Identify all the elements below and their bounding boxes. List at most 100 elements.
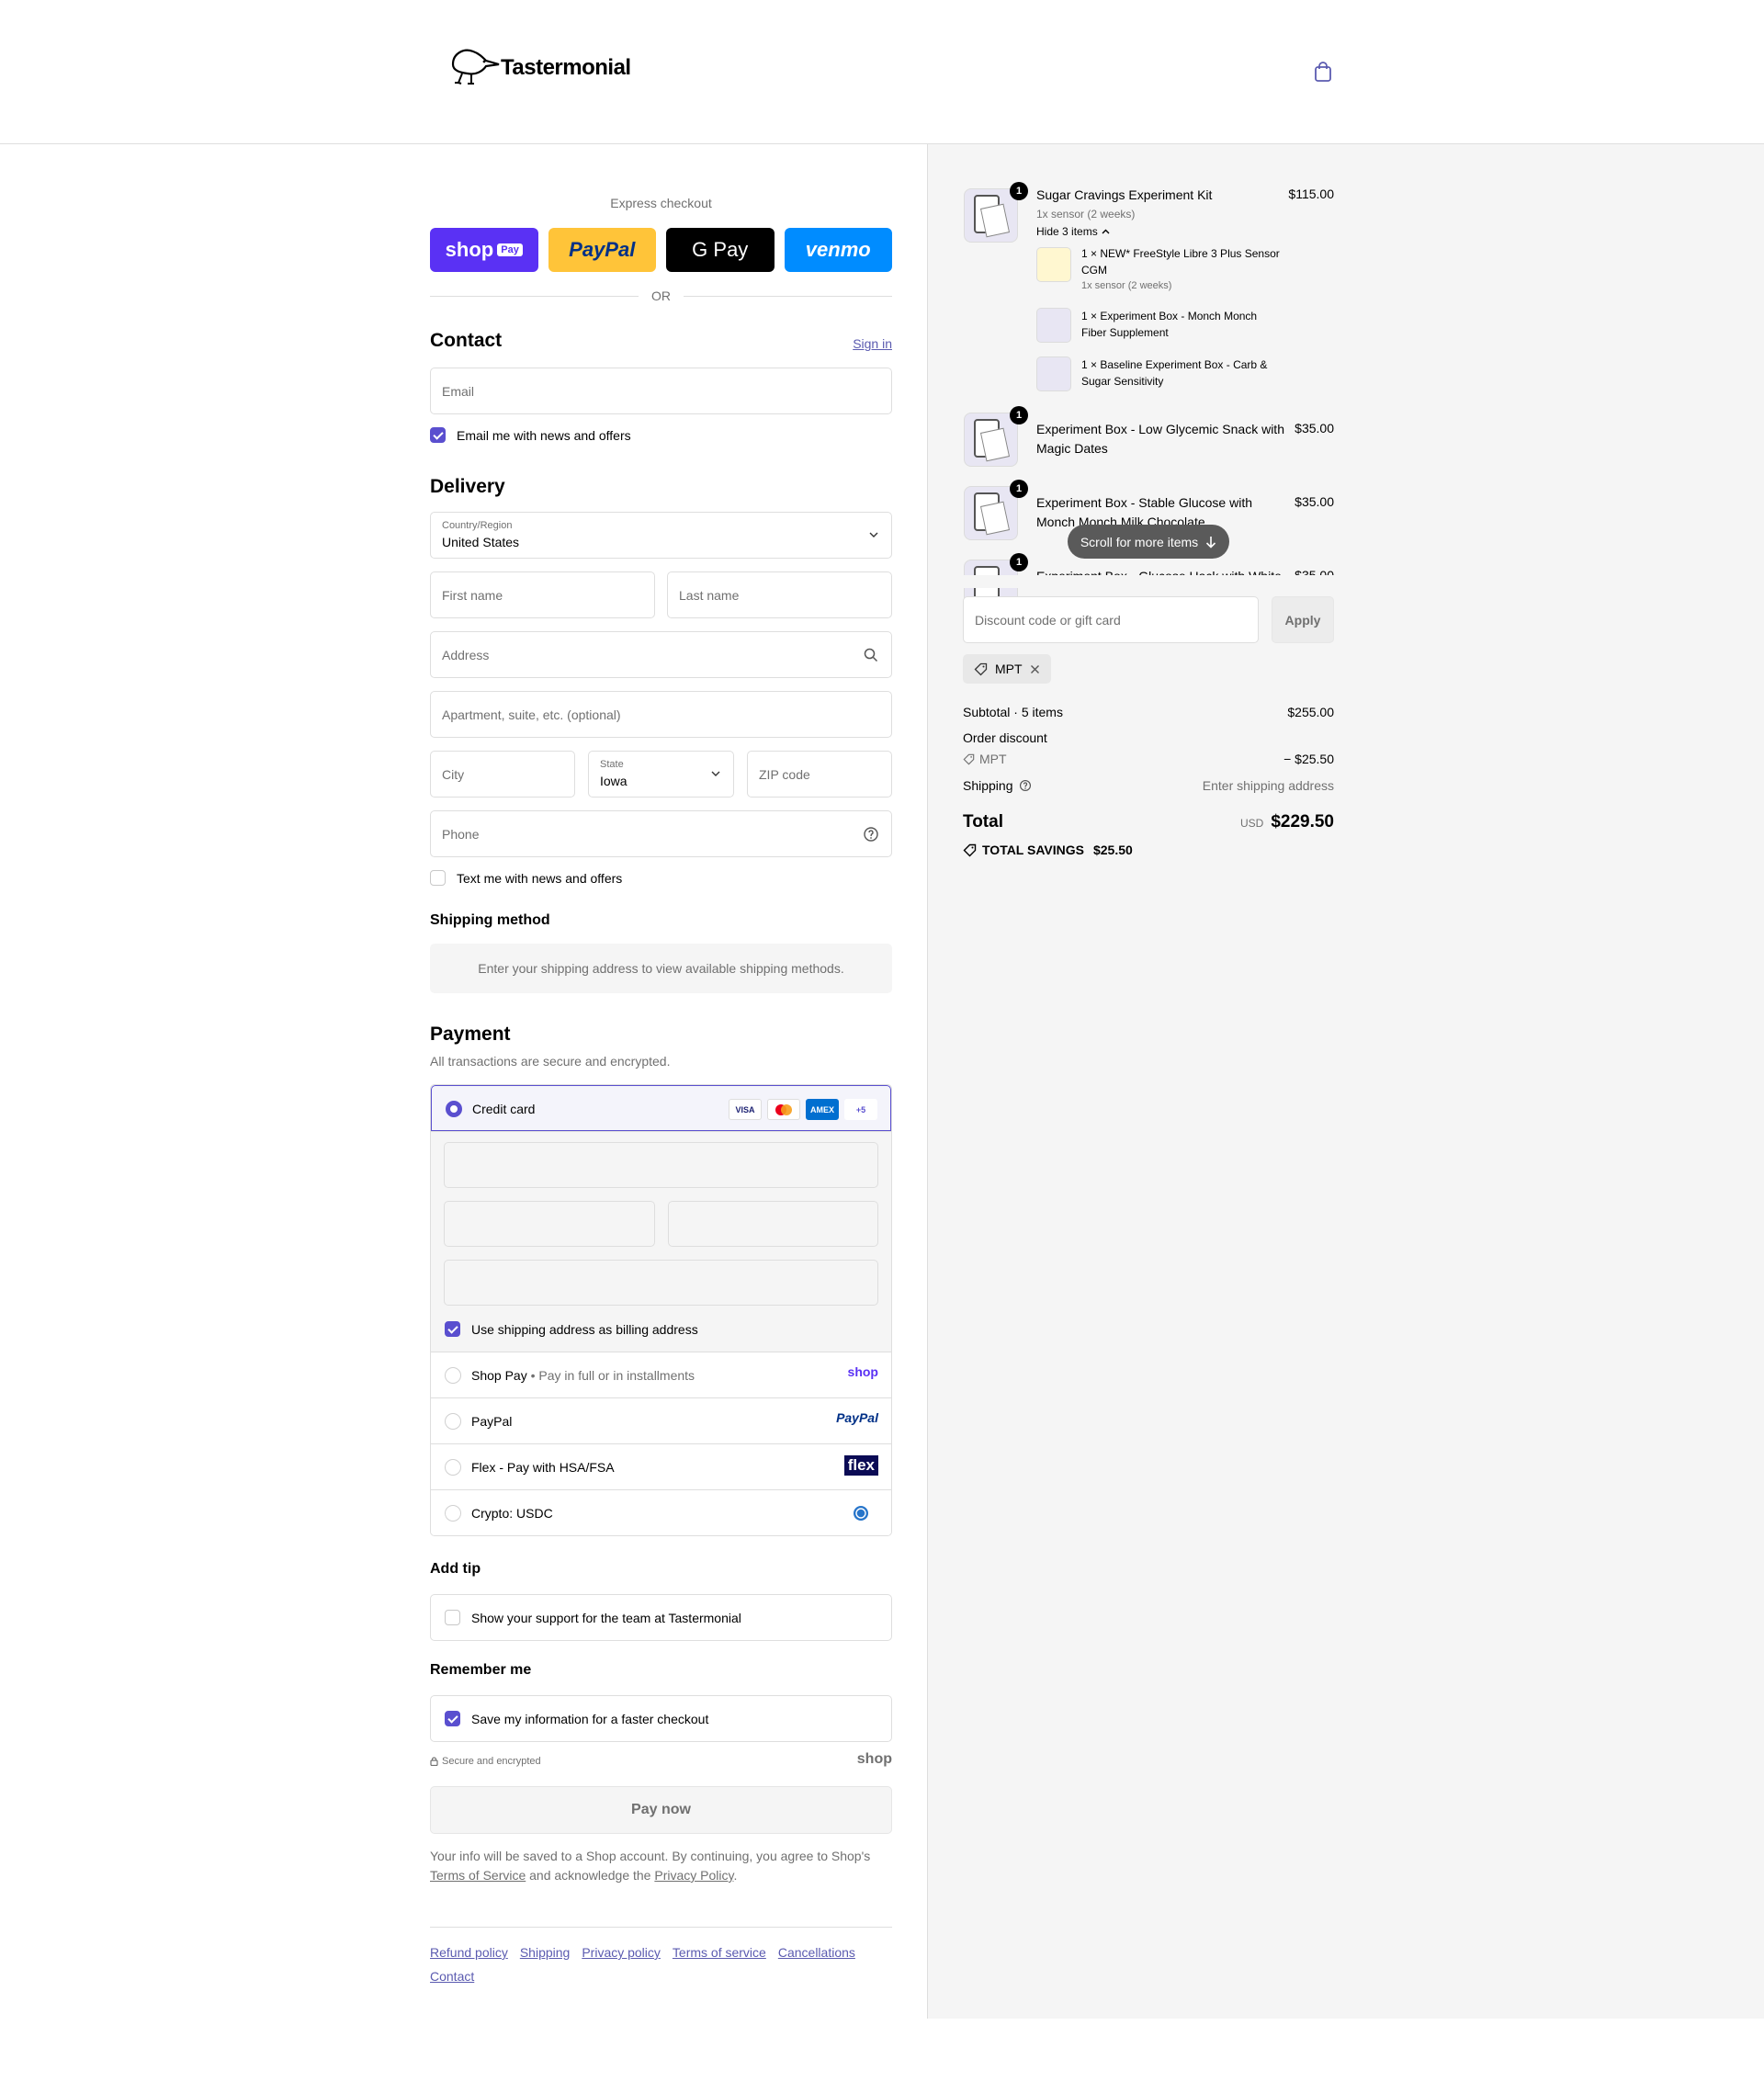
shop-terms-link[interactable]: Terms of Service <box>430 1868 526 1883</box>
payment-option-credit-card[interactable]: Credit card VISA AMEX +5 <box>431 1085 891 1131</box>
venmo-button[interactable]: venmo <box>784 228 892 272</box>
pay-now-label: Pay now <box>631 1802 691 1817</box>
shop-pay-button[interactable]: shop Pay <box>430 228 538 272</box>
discount-code-field[interactable]: Discount code or gift card <box>963 596 1259 643</box>
payment-option-paypal[interactable]: PayPal PayPal <box>431 1397 891 1443</box>
search-icon <box>864 648 878 662</box>
item-name: Experiment Box - Low Glycemic Snack with… <box>1036 422 1284 456</box>
privacy-policy-link[interactable]: Privacy policy <box>582 1945 661 1960</box>
subtotal-row: Subtotal · 5 items $255.00 <box>963 705 1334 719</box>
remember-checkbox[interactable] <box>445 1711 460 1726</box>
discount-placeholder: Discount code or gift card <box>975 613 1121 628</box>
flex-radio[interactable] <box>445 1459 461 1476</box>
sub-item-name: 1 × Experiment Box - Monch Monch Fiber S… <box>1081 310 1258 339</box>
item-name: Sugar Cravings Experiment Kit <box>1036 187 1213 202</box>
first-name-field[interactable]: First name <box>430 571 655 618</box>
payment-option-flex[interactable]: Flex - Pay with HSA/FSA flex <box>431 1443 891 1489</box>
paypal-radio[interactable] <box>445 1413 461 1430</box>
help-circle-icon[interactable] <box>863 826 879 843</box>
billing-same-label: Use shipping address as billing address <box>471 1322 698 1337</box>
shop-logo: shop <box>856 1751 892 1767</box>
state-select[interactable]: State Iowa <box>588 751 734 798</box>
payment-subtitle: All transactions are secure and encrypte… <box>430 1054 671 1069</box>
flex-logo: flex <box>843 1455 878 1476</box>
state-value: Iowa <box>600 774 628 788</box>
crypto-radio[interactable] <box>445 1505 461 1522</box>
terms-of-service-link[interactable]: Terms of service <box>673 1945 766 1960</box>
sub-item-thumbnail <box>1036 247 1071 282</box>
discount-code-row: MPT − $25.50 <box>963 752 1334 768</box>
paypal-button[interactable]: PayPal <box>548 228 656 272</box>
zip-field[interactable]: ZIP code <box>747 751 892 798</box>
remember-option[interactable]: Save my information for a faster checkou… <box>430 1695 892 1742</box>
crypto-label: Crypto: USDC <box>471 1506 553 1521</box>
help-circle-icon[interactable] <box>1019 779 1032 792</box>
phone-field[interactable]: Phone <box>430 810 892 857</box>
brand-name: Tastermonial <box>501 55 631 80</box>
billing-same-checkbox[interactable] <box>445 1321 460 1337</box>
remember-heading: Remember me <box>430 1662 532 1678</box>
shop-privacy-link[interactable]: Privacy Policy <box>654 1868 733 1883</box>
tag-icon <box>974 662 988 675</box>
sub-item-thumbnail <box>1036 356 1071 391</box>
city-field[interactable]: City <box>430 751 575 798</box>
apply-label: Apply <box>1284 612 1321 628</box>
total-savings-label: TOTAL SAVINGS <box>982 843 1084 857</box>
express-checkout-title: Express checkout <box>610 196 712 210</box>
order-discount-label: Order discount <box>963 730 1047 745</box>
sub-item-subtitle: 1x sensor (2 weeks) <box>1081 280 1172 291</box>
country-select[interactable]: Country/Region United States <box>430 512 892 559</box>
express-checkout-buttons: shop Pay PayPal G Pay venmo <box>430 228 892 272</box>
more-cards-badge[interactable]: +5 <box>844 1099 877 1120</box>
close-icon[interactable] <box>1030 664 1040 674</box>
scroll-more-label: Scroll for more items <box>1080 534 1199 549</box>
credit-card-radio[interactable] <box>446 1101 462 1117</box>
subtotal-label: Subtotal · 5 items <box>963 705 1063 719</box>
address-field[interactable]: Address <box>430 631 892 678</box>
address-placeholder: Address <box>442 648 490 662</box>
email-news-checkbox[interactable] <box>430 427 446 443</box>
card-number-field[interactable] <box>444 1142 878 1188</box>
text-news-checkbox[interactable] <box>430 870 446 886</box>
shop-pay-radio[interactable] <box>445 1367 461 1384</box>
shipping-link[interactable]: Shipping <box>520 1945 571 1960</box>
delivery-heading: Delivery <box>430 476 505 497</box>
email-field[interactable]: Email <box>430 368 892 414</box>
apartment-field[interactable]: Apartment, suite, etc. (optional) <box>430 691 892 738</box>
tip-option[interactable]: Show your support for the team at Taster… <box>430 1594 892 1641</box>
currency-label: USD <box>1239 817 1264 830</box>
applied-discount-chip: MPT <box>963 654 1051 684</box>
product-thumbnail <box>964 486 1018 540</box>
scroll-more-button[interactable]: Scroll for more items <box>1068 525 1229 559</box>
credit-card-label: Credit card <box>472 1102 536 1116</box>
apply-discount-button[interactable]: Apply <box>1272 596 1334 643</box>
pay-now-button[interactable]: Pay now <box>430 1786 892 1834</box>
card-name-field[interactable] <box>444 1260 878 1306</box>
or-divider: OR <box>430 288 892 303</box>
brand-logo[interactable]: Tastermonial <box>447 44 631 86</box>
card-expiry-field[interactable] <box>444 1201 655 1247</box>
last-name-field[interactable]: Last name <box>667 571 892 618</box>
paypal-label: PayPal <box>471 1414 513 1429</box>
item-price: $115.00 <box>1288 187 1334 201</box>
total-row: Total USD $229.50 <box>963 812 1334 832</box>
hide-items-toggle[interactable]: Hide 3 items <box>1036 225 1110 238</box>
card-cvv-field[interactable] <box>668 1201 878 1247</box>
payment-option-shop-pay[interactable]: Shop Pay • Pay in full or in installment… <box>431 1352 891 1397</box>
tip-checkbox[interactable] <box>445 1610 460 1625</box>
quantity-badge: 1 <box>1010 406 1028 424</box>
secure-label: Secure and encrypted <box>442 1756 541 1767</box>
card-fields: Use shipping address as billing address <box>431 1131 891 1352</box>
sign-in-link[interactable]: Sign in <box>853 336 892 351</box>
header: Tastermonial <box>0 0 1764 144</box>
shop-pay-label: Shop Pay • Pay in full or in installment… <box>471 1368 695 1383</box>
payment-option-crypto[interactable]: Crypto: USDC <box>431 1489 891 1535</box>
shopping-bag-icon[interactable] <box>1313 61 1333 83</box>
refund-policy-link[interactable]: Refund policy <box>430 1945 508 1960</box>
footer-divider <box>430 1927 892 1928</box>
google-pay-button[interactable]: G Pay <box>666 228 775 272</box>
contact-link[interactable]: Contact <box>430 1969 474 1984</box>
country-value: United States <box>442 535 520 549</box>
cancellations-link[interactable]: Cancellations <box>778 1945 855 1960</box>
phone-placeholder: Phone <box>442 827 480 842</box>
